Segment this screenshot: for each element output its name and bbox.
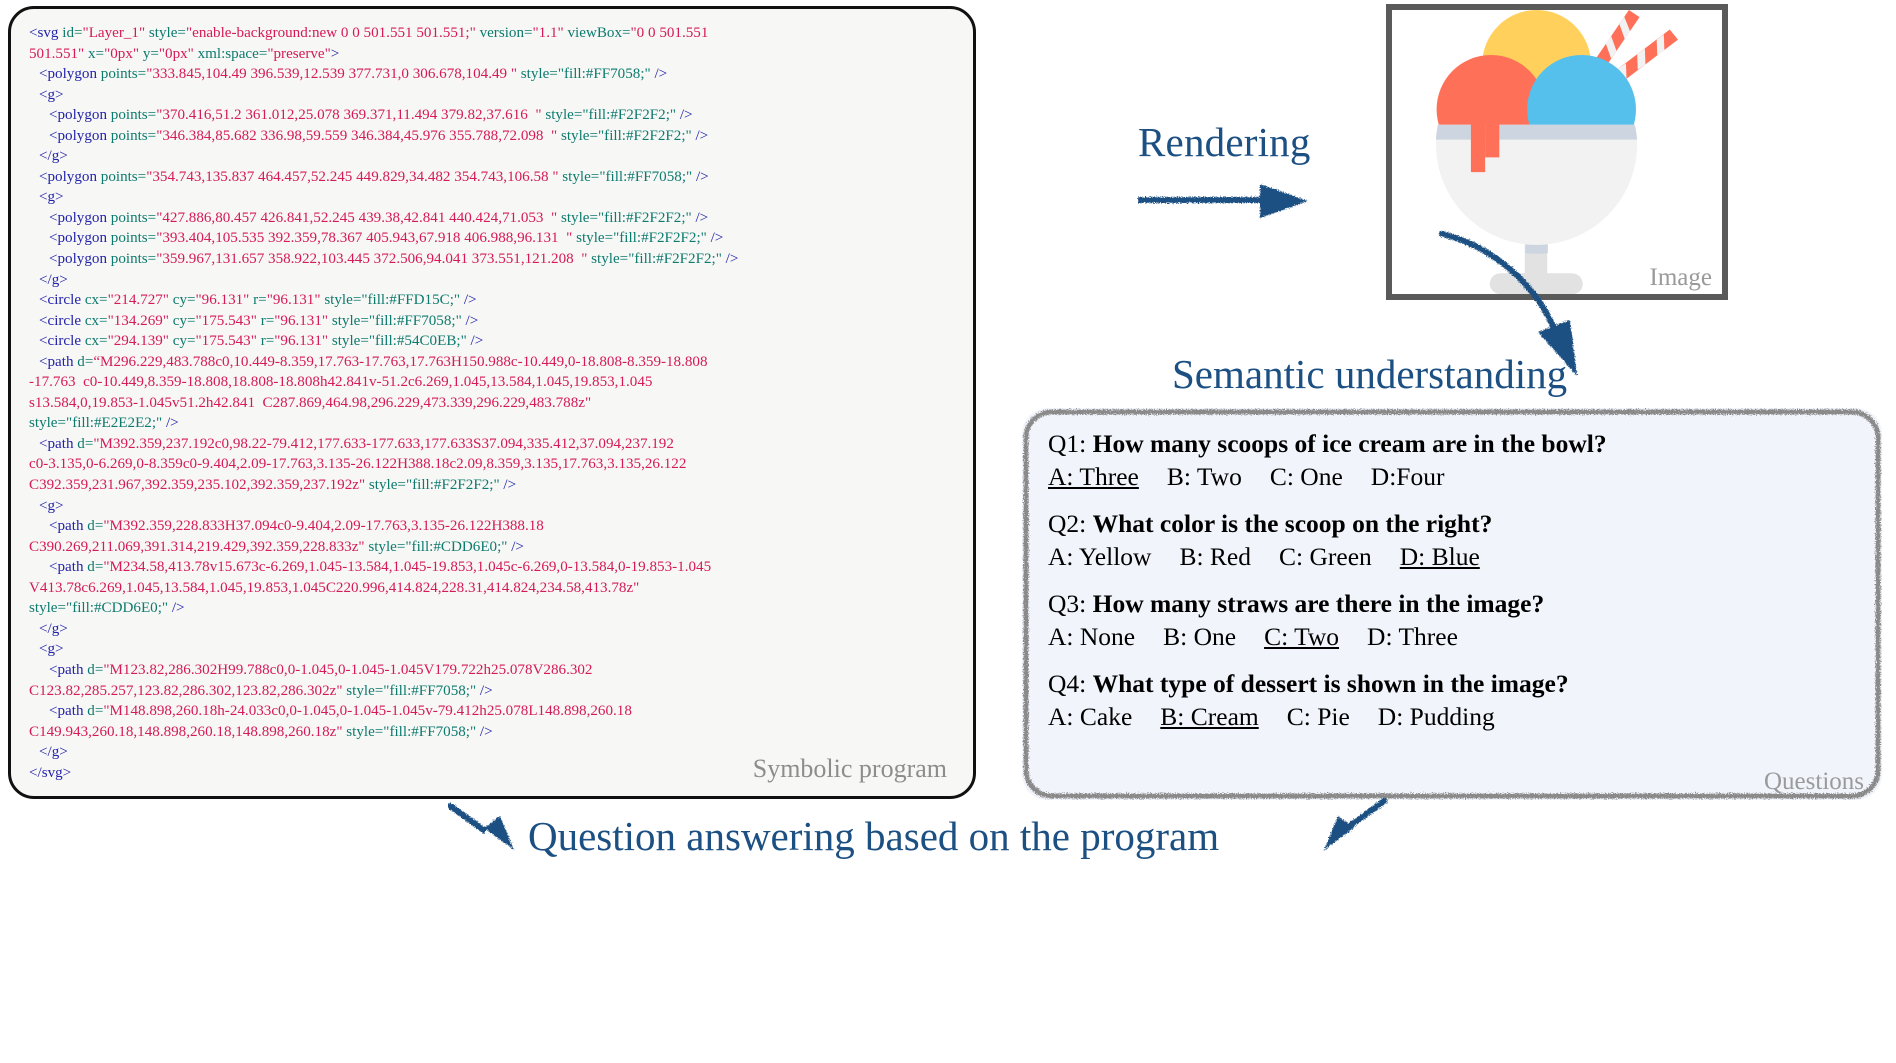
bottom-caption: Question answering based on the program <box>528 813 1220 859</box>
code-line: C123.82,285.257,123.82,286.302,123.82,28… <box>29 682 493 699</box>
code-line: <circle cx="294.139" cy="175.543" r="96.… <box>39 333 484 350</box>
code-line: </g> <box>39 620 68 637</box>
question-text: What type of dessert is shown in the ima… <box>1092 669 1569 698</box>
question-item: Q1: How many scoops of ice cream are in … <box>1048 428 1862 494</box>
rendering-label: Rendering <box>1138 119 1311 165</box>
code-line: <polygon points="393.404,105.535 392.359… <box>49 230 724 247</box>
symbolic-program-panel: <svg id="Layer_1" style="enable-backgrou… <box>8 6 976 799</box>
code-line: <polygon points="370.416,51.2 361.012,25… <box>49 107 693 124</box>
option-c[interactable]: C: Two <box>1264 620 1339 654</box>
answer-options: A: Cake B: Cream C: Pie D: Pudding <box>1048 700 1862 734</box>
questions-panel: Q1: How many scoops of ice cream are in … <box>1022 408 1882 800</box>
answer-options: A: Yellow B: Red C: Green D: Blue <box>1048 540 1862 574</box>
option-d[interactable]: D: Pudding <box>1378 700 1495 734</box>
code-line: <circle cx="134.269" cy="175.543" r="96.… <box>39 312 479 329</box>
code-line: <polygon points="333.845,104.49 396.539,… <box>39 66 668 83</box>
question-item: Q3: How many straws are there in the ima… <box>1048 588 1862 654</box>
option-b[interactable]: B: Two <box>1167 460 1242 494</box>
code-line: C390.269,211.069,391.314,219.429,392.359… <box>29 538 524 555</box>
code-line: <g> <box>39 641 64 658</box>
option-c[interactable]: C: One <box>1270 460 1343 494</box>
answer-options: A: Three B: Two C: One D:Four <box>1048 460 1862 494</box>
option-a[interactable]: A: Three <box>1048 460 1139 494</box>
code-line: -17.763 c0-10.449,8.359-18.808,18.808-18… <box>29 374 653 391</box>
option-b[interactable]: B: One <box>1163 620 1236 654</box>
bottom-right-arrow-icon <box>1324 797 1388 850</box>
option-d[interactable]: D: Blue <box>1400 540 1480 574</box>
question-text: How many straws are there in the image? <box>1092 589 1545 618</box>
question-id: Q1: <box>1048 429 1087 458</box>
rendering-arrow-icon <box>1138 184 1308 218</box>
code-line: <g> <box>39 86 64 103</box>
code-line: <path d="M392.359,237.192c0,98.22-79.412… <box>39 435 674 452</box>
code-line: C392.359,231.967,392.359,235.102,392.359… <box>29 477 517 494</box>
code-line: <path d="M148.898,260.18h-24.033c0,0-1.0… <box>49 703 632 720</box>
semantic-understanding-label: Semantic understanding <box>1172 351 1568 397</box>
code-line: <path d="M234.58,413.78v15.673c-6.269,1.… <box>49 559 712 576</box>
option-a[interactable]: A: Yellow <box>1048 540 1151 574</box>
question-prompt: Q4: What type of dessert is shown in the… <box>1048 668 1862 700</box>
image-caption: Image <box>1649 264 1712 291</box>
option-c[interactable]: C: Pie <box>1287 700 1350 734</box>
option-d[interactable]: D:Four <box>1371 460 1445 494</box>
figure-canvas: <svg id="Layer_1" style="enable-backgrou… <box>0 0 1896 1063</box>
code-line: <path d="M392.359,228.833H37.094c0-9.404… <box>49 518 544 535</box>
questions-list: Q1: How many scoops of ice cream are in … <box>1048 428 1862 788</box>
bottom-left-arrow-icon <box>448 802 514 850</box>
code-line: C149.943,260.18,148.898,260.18,148.898,2… <box>29 723 493 740</box>
code-line: <path d=“M296.229,483.788c0,10.449-8.359… <box>39 353 708 370</box>
questions-caption: Questions <box>1764 768 1864 795</box>
question-item: Q4: What type of dessert is shown in the… <box>1048 668 1862 734</box>
question-text: How many scoops of ice cream are in the … <box>1092 429 1607 458</box>
question-prompt: Q2: What color is the scoop on the right… <box>1048 508 1862 540</box>
code-line: <polygon points="346.384,85.682 336.98,5… <box>49 127 709 144</box>
question-text: What color is the scoop on the right? <box>1092 509 1493 538</box>
question-id: Q2: <box>1048 509 1087 538</box>
code-line: <g> <box>39 497 64 514</box>
code-line: <path d="M123.82,286.302H99.788c0,0-1.04… <box>49 661 593 678</box>
code-line: </g> <box>39 148 68 165</box>
option-a[interactable]: A: None <box>1048 620 1135 654</box>
symbolic-program-caption: Symbolic program <box>752 754 947 783</box>
question-id: Q3: <box>1048 589 1087 618</box>
code-line: <polygon points="427.886,80.457 426.841,… <box>49 209 709 226</box>
svg-code-block: <svg id="Layer_1" style="enable-backgrou… <box>29 23 959 783</box>
option-d[interactable]: D: Three <box>1367 620 1458 654</box>
code-line: 501.551" x="0px" y="0px" xml:space="pres… <box>29 45 340 62</box>
answer-options: A: None B: One C: Two D: Three <box>1048 620 1862 654</box>
code-line: style="fill:#E2E2E2;" /> <box>29 415 179 432</box>
question-id: Q4: <box>1048 669 1087 698</box>
option-a[interactable]: A: Cake <box>1048 700 1132 734</box>
option-b[interactable]: B: Cream <box>1160 700 1258 734</box>
option-b[interactable]: B: Red <box>1179 540 1251 574</box>
code-line: <svg id="Layer_1" style="enable-backgrou… <box>29 25 709 41</box>
code-line: <circle cx="214.727" cy="96.131" r="96.1… <box>39 292 477 309</box>
code-line: c0-3.135,0-6.269,0-8.359c0-9.404,2.09-17… <box>29 456 687 473</box>
code-line: style="fill:#CDD6E0;" /> <box>29 600 185 617</box>
code-line: <polygon points="359.967,131.657 358.922… <box>49 251 739 268</box>
code-line: V413.78c6.269,1.045,13.584,1.045,19.853,… <box>29 579 640 596</box>
option-c[interactable]: C: Green <box>1279 540 1372 574</box>
code-line: s13.584,0,19.853-1.045v51.2h42.841 C287.… <box>29 394 592 411</box>
code-line: <polygon points="354.743,135.837 464.457… <box>39 168 709 185</box>
question-prompt: Q3: How many straws are there in the ima… <box>1048 588 1862 620</box>
question-item: Q2: What color is the scoop on the right… <box>1048 508 1862 574</box>
code-line: <g> <box>39 189 64 206</box>
question-prompt: Q1: How many scoops of ice cream are in … <box>1048 428 1862 460</box>
code-line: </g> <box>39 271 68 288</box>
